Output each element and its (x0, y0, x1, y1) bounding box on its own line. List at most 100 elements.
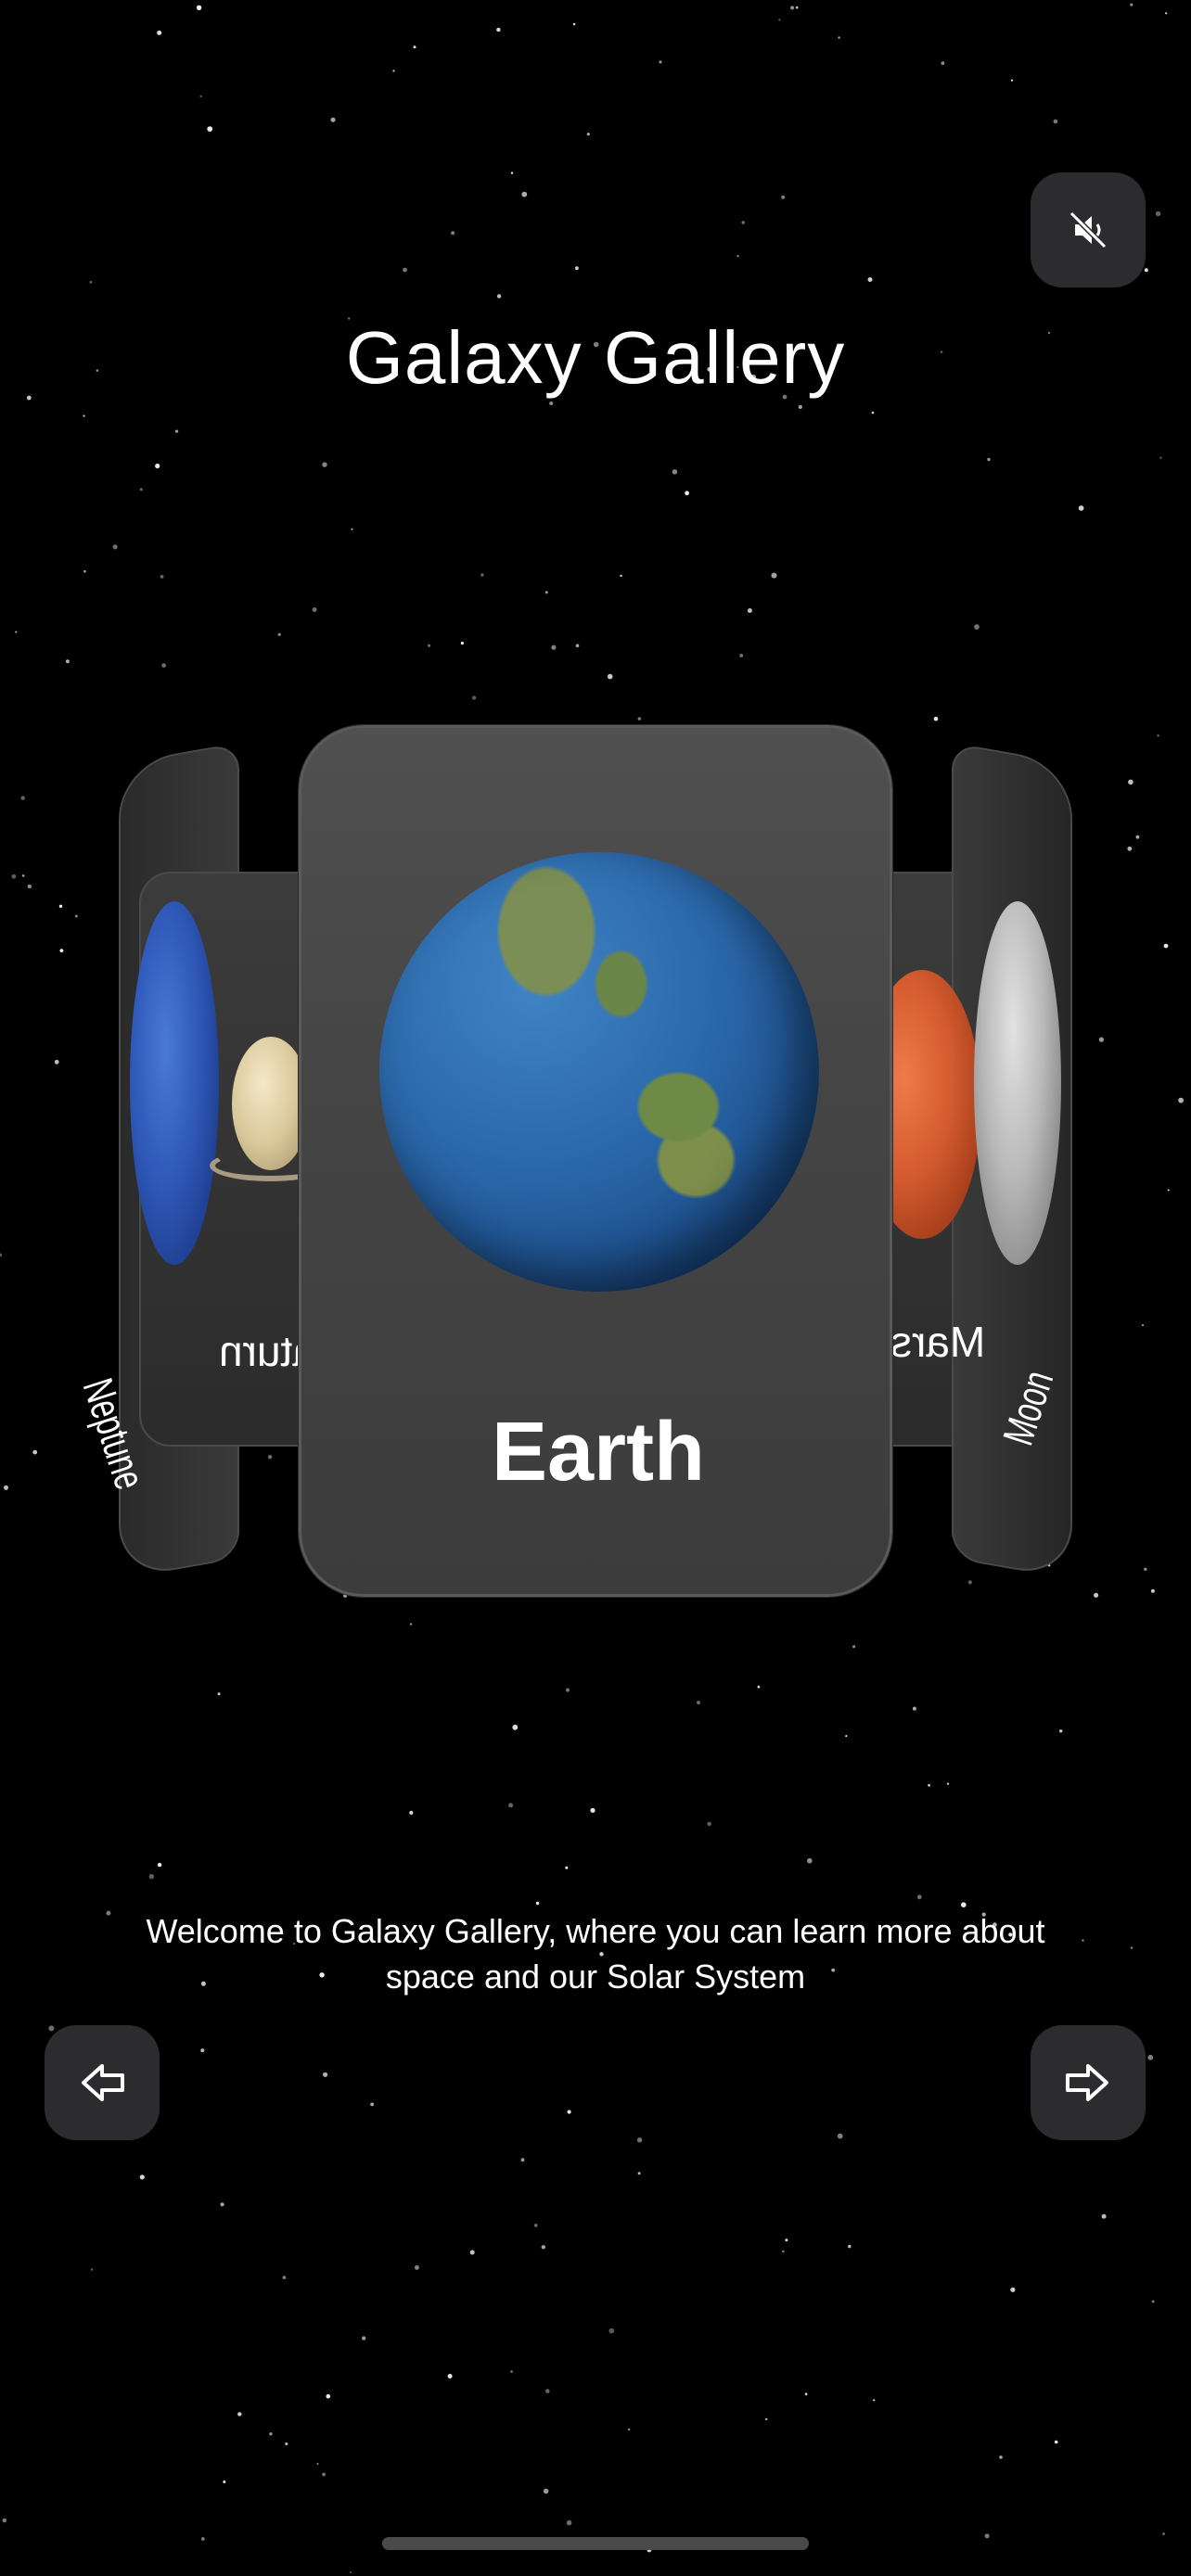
star (217, 1692, 221, 1696)
star (112, 544, 118, 550)
star (765, 2417, 768, 2421)
star (685, 491, 689, 496)
star (1167, 1189, 1170, 1192)
star (403, 267, 407, 273)
star (1159, 456, 1162, 459)
arrow-left-icon (82, 2064, 124, 2101)
moon-image (974, 901, 1061, 1265)
star (798, 404, 802, 409)
star (565, 1866, 569, 1869)
star (323, 2072, 328, 2077)
star (220, 2202, 224, 2207)
star (567, 2110, 571, 2114)
star (586, 133, 590, 136)
star (89, 280, 93, 284)
star (837, 2133, 843, 2139)
welcome-message: Welcome to Galaxy Gallery, where you can… (74, 1908, 1117, 1999)
star (1135, 835, 1140, 839)
star (139, 488, 143, 491)
star (312, 607, 317, 612)
star (58, 904, 63, 908)
star (807, 1857, 813, 1864)
star (326, 2394, 331, 2399)
star (620, 574, 622, 578)
star (987, 457, 991, 462)
star (795, 6, 799, 9)
star (1164, 12, 1168, 15)
star (1147, 2054, 1154, 2060)
star (544, 591, 548, 594)
star (1053, 119, 1058, 124)
star (852, 1645, 856, 1649)
star (747, 608, 752, 613)
star (282, 2276, 287, 2280)
star (757, 1685, 761, 1689)
star (736, 255, 739, 258)
star (480, 573, 484, 577)
star (967, 1580, 972, 1585)
star (1144, 1567, 1147, 1572)
star (572, 22, 576, 26)
star (469, 2250, 475, 2255)
star (200, 2048, 205, 2053)
star (1059, 1729, 1063, 1733)
mute-button[interactable] (1031, 172, 1146, 287)
star (790, 6, 795, 10)
neptune-image (130, 901, 219, 1265)
star (269, 2432, 273, 2436)
star (11, 874, 17, 879)
star (1128, 779, 1133, 785)
star (350, 2571, 352, 2574)
star (155, 463, 160, 469)
star (83, 414, 85, 417)
star (551, 644, 557, 650)
speaker-muted-icon (1069, 210, 1108, 249)
star (1157, 734, 1159, 737)
star (392, 70, 395, 72)
star (460, 642, 464, 645)
star (362, 2336, 366, 2340)
star (848, 2244, 852, 2249)
star (83, 569, 86, 573)
star (928, 1783, 930, 1787)
star (707, 1821, 711, 1827)
card-earth[interactable]: Earth (299, 725, 892, 1597)
star (535, 1901, 540, 1906)
star (54, 1059, 59, 1065)
star (933, 716, 939, 721)
star (200, 2537, 205, 2541)
next-button[interactable] (1031, 2025, 1146, 2140)
star (1094, 1592, 1099, 1598)
earth-image (379, 852, 819, 1292)
star (157, 1862, 162, 1868)
star (1162, 2532, 1166, 2536)
star (20, 796, 25, 800)
star (223, 2480, 226, 2483)
star (1010, 79, 1014, 82)
star (873, 2399, 876, 2402)
star (510, 2370, 513, 2373)
star (0, 1253, 3, 1257)
star (672, 469, 678, 475)
star (148, 1874, 155, 1880)
star (207, 126, 213, 133)
star (974, 624, 980, 630)
star (351, 528, 353, 530)
star (15, 631, 18, 633)
previous-button[interactable] (45, 2025, 160, 2140)
star (330, 117, 336, 122)
star (566, 2519, 572, 2526)
star (160, 575, 164, 579)
star (946, 1782, 950, 1785)
star (370, 2102, 374, 2107)
star (637, 717, 641, 721)
star (1130, 1946, 1133, 1949)
card-label-mars: Mars (890, 1318, 986, 1366)
star (1127, 846, 1133, 851)
card-label-earth: Earth (491, 1406, 706, 1498)
star (409, 1810, 414, 1815)
home-indicator[interactable] (382, 2537, 809, 2550)
star (941, 61, 945, 66)
star (471, 695, 477, 700)
star (199, 95, 202, 98)
